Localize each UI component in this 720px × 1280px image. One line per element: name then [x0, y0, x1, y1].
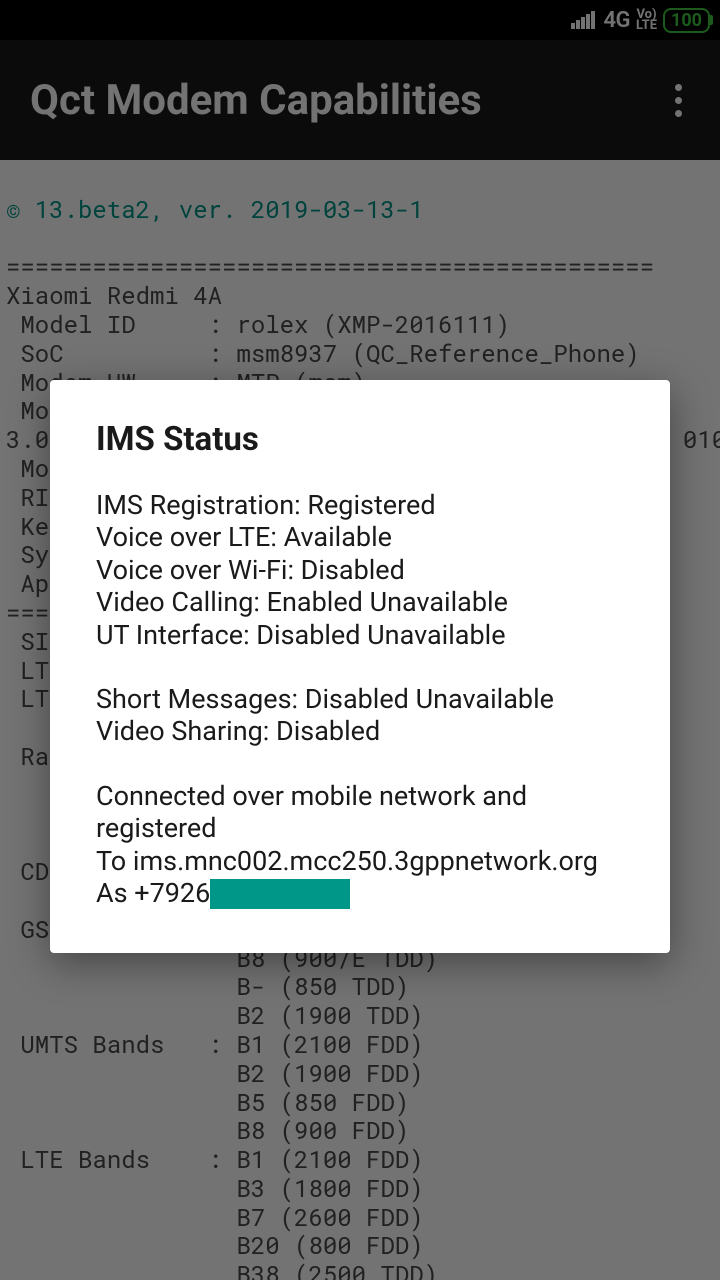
ims-identity: As +7926: [96, 877, 624, 909]
dialog-title: IMS Status: [96, 420, 624, 459]
ims-ut: UT Interface: Disabled Unavailable: [96, 619, 624, 651]
ims-volte: Voice over LTE: Available: [96, 521, 624, 553]
ims-registration: IMS Registration: Registered: [96, 489, 624, 521]
ims-status-dialog: IMS Status IMS Registration: Registered …: [50, 380, 670, 953]
ims-domain: To ims.mnc002.mcc250.3gppnetwork.org: [96, 845, 624, 877]
modal-overlay[interactable]: IMS Status IMS Registration: Registered …: [0, 0, 720, 1280]
ims-video-calling: Video Calling: Enabled Unavailable: [96, 586, 624, 618]
ims-video-sharing: Video Sharing: Disabled: [96, 715, 624, 747]
redacted-number: [210, 879, 350, 909]
ims-vowifi: Voice over Wi-Fi: Disabled: [96, 554, 624, 586]
dialog-body: IMS Registration: Registered Voice over …: [96, 489, 624, 909]
ims-sms: Short Messages: Disabled Unavailable: [96, 683, 624, 715]
ims-connection: Connected over mobile network and regist…: [96, 780, 624, 845]
